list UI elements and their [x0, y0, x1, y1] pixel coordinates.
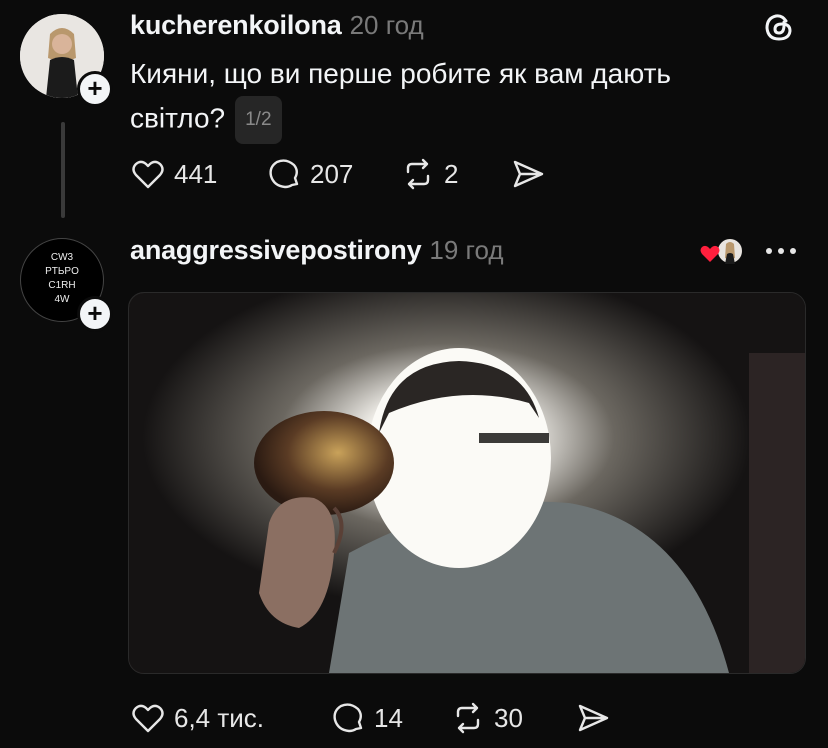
heart-icon [700, 245, 720, 262]
liked-by-indicator[interactable] [698, 236, 746, 268]
post1-like-button[interactable]: 441 [130, 156, 217, 192]
post2-photo [129, 293, 805, 673]
heart-icon [132, 704, 164, 733]
post2-repost-button[interactable]: 30 [450, 700, 523, 736]
threads-logo-icon[interactable] [762, 10, 796, 49]
post2-image[interactable] [128, 292, 806, 674]
heart-icon [132, 160, 164, 189]
post1-comment-button[interactable]: 207 [266, 156, 353, 192]
post1-pager[interactable]: 1/2 [235, 96, 282, 144]
post1-like-count: 441 [174, 158, 218, 189]
avatar-text-1: CW3 [50, 252, 74, 263]
post1-header: kucherenkoilona 20 год [130, 10, 424, 41]
repost-icon [456, 702, 480, 734]
follow-plus-icon[interactable]: + [77, 296, 113, 332]
thread-connector-line [61, 122, 65, 218]
share-icon [578, 704, 609, 732]
post2-repost-count: 30 [494, 702, 523, 733]
post2-header: anaggressivepostirony 19 год [130, 235, 504, 266]
post2-time: 19 год [429, 235, 504, 265]
more-icon[interactable] [764, 244, 798, 262]
post1-text-line1: Кияни, що ви перше робите як вам дають [130, 58, 672, 89]
avatar-text-2: PTЬPO [45, 266, 79, 277]
comment-icon [269, 159, 299, 189]
share-icon [513, 160, 544, 188]
post1-repost-count: 2 [444, 158, 459, 189]
post1-text-line2: світло? [130, 102, 226, 134]
post1-text: Кияни, що ви перше робите як вам дають с… [130, 52, 810, 144]
avatar-text-3: C1RH [48, 280, 76, 291]
post1-comment-count: 207 [310, 158, 354, 189]
post2-like-count: 6,4 тис. [174, 702, 265, 733]
follow-plus-icon[interactable]: + [77, 71, 113, 107]
comment-icon [333, 703, 363, 733]
post1-share-button[interactable] [510, 156, 546, 192]
post2-share-button[interactable] [575, 700, 611, 736]
post2-comment-count: 14 [374, 702, 403, 733]
repost-icon [406, 158, 430, 190]
post1-repost-button[interactable]: 2 [400, 156, 458, 192]
post1-username[interactable]: kucherenkoilona [130, 10, 342, 40]
post2-like-button[interactable]: 6,4 тис. [130, 700, 264, 736]
post1-time: 20 год [349, 10, 424, 40]
post2-comment-button[interactable]: 14 [330, 700, 403, 736]
post2-username[interactable]: anaggressivepostirony [130, 235, 422, 265]
